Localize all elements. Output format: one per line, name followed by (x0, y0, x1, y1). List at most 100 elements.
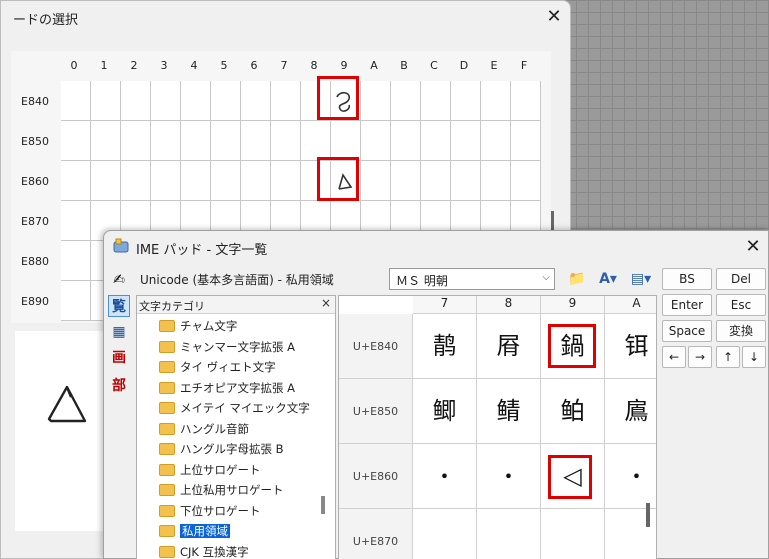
handwriting-mode-icon[interactable]: ✍ (108, 269, 130, 291)
code-cell[interactable] (391, 121, 421, 161)
character-cell[interactable]: 鲌 (541, 379, 605, 444)
character-cell[interactable]: • (605, 444, 656, 509)
code-cell[interactable] (61, 81, 91, 121)
arrow-right-key[interactable]: → (688, 346, 712, 368)
close-icon[interactable]: ✕ (541, 5, 567, 29)
code-cell[interactable] (61, 121, 91, 161)
code-cell[interactable] (481, 161, 511, 201)
code-cell[interactable] (361, 161, 391, 201)
code-cell[interactable] (91, 121, 121, 161)
close-icon[interactable]: × (321, 296, 331, 310)
escape-key[interactable]: Esc (716, 294, 766, 316)
code-cell[interactable] (511, 121, 541, 161)
character-cell[interactable]: 㞕 (477, 314, 541, 379)
code-cell[interactable] (451, 161, 481, 201)
code-cell[interactable] (61, 201, 91, 241)
character-cell[interactable]: 鳸 (605, 379, 656, 444)
code-cell[interactable] (241, 161, 271, 201)
convert-key[interactable]: 変換 (716, 320, 766, 342)
code-cell[interactable] (211, 161, 241, 201)
tree-item[interactable]: ミャンマー文字拡張 A (159, 339, 295, 359)
code-cell[interactable] (151, 121, 181, 161)
character-cell[interactable] (477, 509, 541, 559)
scrollbar-thumb[interactable] (321, 496, 325, 514)
charset-label[interactable]: Unicode (基本多言語面) - 私用領域 (140, 271, 334, 288)
code-cell[interactable] (211, 121, 241, 161)
code-cell[interactable] (61, 161, 91, 201)
tree-item[interactable]: メイテイ マイエック文字 (159, 400, 310, 420)
character-cell[interactable]: 铒 (605, 314, 656, 379)
character-cell[interactable]: 鲫 (413, 379, 477, 444)
folder-icon[interactable]: 📁 (566, 269, 588, 289)
code-cell[interactable] (301, 121, 331, 161)
view-options-icon[interactable]: ▤▾ (626, 269, 656, 289)
tree-item[interactable]: 上位サロゲート (159, 462, 261, 482)
font-size-icon[interactable]: A▾ (594, 269, 622, 289)
stroke-count-mode-icon[interactable]: 画 (108, 347, 130, 369)
tree-item[interactable]: タイ ヴィエト文字 (159, 359, 276, 379)
character-cell[interactable] (413, 509, 477, 559)
code-cell[interactable] (271, 81, 301, 121)
tree-item[interactable]: ハングル字母拡張 B (159, 441, 284, 461)
code-cell[interactable] (331, 121, 361, 161)
code-cell[interactable] (391, 161, 421, 201)
delete-key[interactable]: Del (716, 268, 766, 290)
soft-keyboard-mode-icon[interactable]: ▦ (108, 321, 130, 343)
code-cell[interactable] (61, 281, 91, 321)
tree-item[interactable]: 下位サロゲート (159, 503, 261, 523)
tree-item[interactable]: ハングル音節 (159, 421, 249, 441)
code-cell[interactable] (511, 161, 541, 201)
code-cell[interactable] (181, 121, 211, 161)
code-cell[interactable] (211, 81, 241, 121)
scrollbar-thumb[interactable] (551, 211, 554, 231)
tree-item[interactable]: CJK 互換漢字 (159, 544, 249, 559)
character-cell[interactable]: • (477, 444, 541, 509)
code-cell[interactable] (481, 121, 511, 161)
code-cell[interactable] (511, 81, 541, 121)
folder-icon (159, 340, 175, 353)
code-cell[interactable] (361, 121, 391, 161)
code-cell[interactable] (121, 161, 151, 201)
code-cell[interactable] (181, 81, 211, 121)
code-cell[interactable] (391, 81, 421, 121)
code-cell[interactable] (151, 161, 181, 201)
code-cell[interactable] (241, 121, 271, 161)
arrow-left-key[interactable]: ← (662, 346, 686, 368)
character-cell[interactable]: 鲭 (477, 379, 541, 444)
code-cell[interactable] (271, 121, 301, 161)
code-cell[interactable] (121, 121, 151, 161)
character-cell[interactable] (541, 509, 605, 559)
code-cell[interactable] (121, 81, 151, 121)
code-cell[interactable] (421, 121, 451, 161)
character-list-mode-icon[interactable]: 覧 (108, 295, 130, 317)
code-cell[interactable] (421, 81, 451, 121)
character-cell[interactable]: • (413, 444, 477, 509)
tree-item[interactable]: エチオピア文字拡張 A (159, 380, 295, 400)
backspace-key[interactable]: BS (662, 268, 712, 290)
arrow-down-key[interactable]: ↓ (742, 346, 766, 368)
code-cell[interactable] (451, 81, 481, 121)
enter-key[interactable]: Enter (662, 294, 712, 316)
code-cell[interactable] (361, 81, 391, 121)
tree-item[interactable]: 私用領域 (159, 523, 230, 543)
scrollbar-thumb[interactable] (646, 503, 650, 527)
code-cell[interactable] (241, 81, 271, 121)
tree-item[interactable]: 上位私用サロゲート (159, 482, 284, 502)
arrow-up-key[interactable]: ↑ (716, 346, 740, 368)
code-cell[interactable] (181, 161, 211, 201)
code-cell[interactable] (271, 161, 301, 201)
code-cell[interactable] (91, 161, 121, 201)
code-cell[interactable] (421, 161, 451, 201)
code-cell[interactable] (151, 81, 181, 121)
space-key[interactable]: Space (662, 320, 712, 342)
tree-item[interactable]: チャム文字 (159, 318, 237, 338)
code-cell[interactable] (451, 121, 481, 161)
code-cell[interactable] (91, 81, 121, 121)
radical-mode-icon[interactable]: 部 (108, 375, 130, 397)
font-select[interactable]: ＭＳ 明朝 ⌵ (389, 268, 555, 290)
character-cell[interactable]: 䴖 (413, 314, 477, 379)
code-cell[interactable] (61, 241, 91, 281)
code-cell[interactable] (481, 81, 511, 121)
close-icon[interactable]: ✕ (740, 235, 766, 259)
title-bar[interactable]: IME パッド - 文字一覧 ✕ (104, 231, 768, 263)
